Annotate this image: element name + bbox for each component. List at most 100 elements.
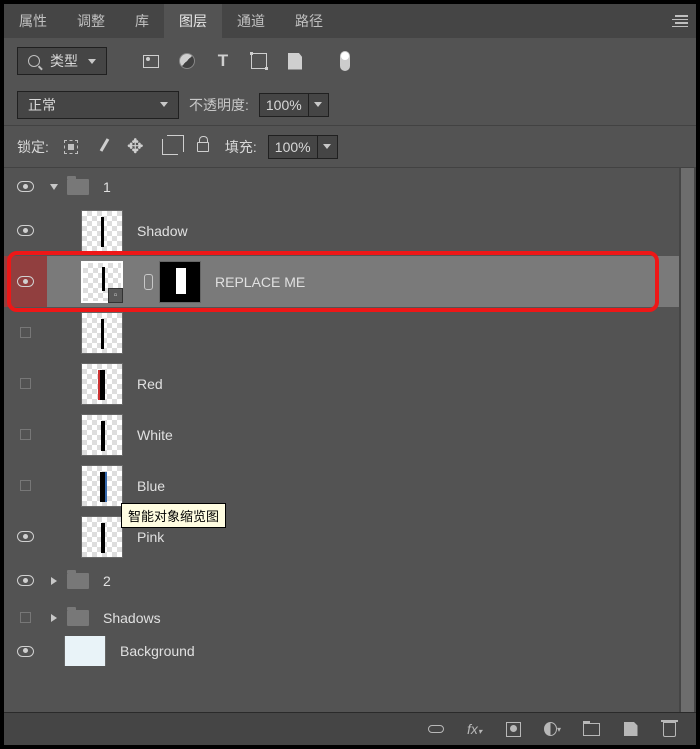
lock-artboard-button[interactable]	[159, 133, 181, 161]
folder-icon	[67, 610, 89, 626]
opacity-input[interactable]: 100%	[259, 93, 309, 117]
add-adjustment-button[interactable]: ▾	[544, 721, 561, 738]
expand-toggle[interactable]	[47, 577, 61, 585]
layer-replace-me[interactable]: REPLACE ME	[4, 256, 679, 307]
filter-toggle-button[interactable]	[329, 47, 361, 75]
tab-properties[interactable]: 属性	[4, 4, 62, 38]
scrollbar-thumb[interactable]	[681, 168, 694, 712]
layer-name: Pink	[137, 529, 164, 545]
layer-group-2[interactable]: 2	[4, 562, 679, 599]
filter-shape-button[interactable]	[243, 47, 275, 75]
layer-shadow[interactable]: Shadow	[4, 205, 679, 256]
fill-dropdown-button[interactable]	[318, 135, 338, 159]
layer-thumbnail[interactable]	[81, 465, 123, 507]
blend-mode-select[interactable]: 正常	[17, 91, 179, 119]
layer-thumbnail[interactable]	[64, 636, 106, 666]
hamburger-icon	[672, 15, 688, 27]
layer-thumbnail[interactable]	[81, 414, 123, 456]
visibility-toggle[interactable]	[4, 168, 47, 205]
layer-white[interactable]: White	[4, 409, 679, 460]
lock-position-button[interactable]	[126, 133, 148, 161]
panel-tabs: 属性 调整 库 图层 通道 路径	[4, 4, 696, 38]
visibility-toggle[interactable]	[4, 562, 47, 599]
layer-blue[interactable]: Blue	[4, 460, 679, 511]
padlock-icon	[197, 142, 209, 152]
lock-transparency-button[interactable]	[60, 133, 82, 161]
delete-layer-button[interactable]	[661, 721, 678, 738]
filter-smartobject-button[interactable]	[279, 47, 311, 75]
layer-red[interactable]: Red	[4, 358, 679, 409]
layer-thumbnail[interactable]	[81, 363, 123, 405]
tab-channels[interactable]: 通道	[222, 4, 280, 38]
visibility-toggle[interactable]	[4, 460, 47, 511]
layers-list[interactable]: 1 Shadow REPLACE ME	[4, 168, 679, 712]
link-layers-button[interactable]	[427, 721, 444, 738]
eye-icon	[17, 225, 34, 236]
opacity-dropdown-button[interactable]	[309, 93, 329, 117]
new-group-button[interactable]	[583, 721, 600, 738]
lock-all-button[interactable]	[192, 133, 214, 161]
filter-type-button[interactable]: T	[207, 47, 239, 75]
filter-toolbar: 类型 T	[4, 38, 696, 84]
chevron-down-icon	[160, 102, 168, 107]
visibility-toggle[interactable]	[4, 205, 47, 256]
layer-hidden-1[interactable]	[4, 307, 679, 358]
panel-menu-button[interactable]	[664, 4, 696, 38]
filter-adjustment-button[interactable]	[171, 47, 203, 75]
expand-toggle[interactable]	[47, 184, 61, 190]
expand-toggle[interactable]	[47, 614, 61, 622]
arrow-right-icon	[51, 577, 57, 585]
add-mask-button[interactable]	[505, 721, 522, 738]
smartobject-icon	[288, 53, 302, 70]
layer-group-1[interactable]: 1	[4, 168, 679, 205]
fill-label: 填充:	[225, 137, 257, 157]
layer-group-shadows[interactable]: Shadows	[4, 599, 679, 636]
tab-layers[interactable]: 图层	[164, 4, 222, 38]
layer-thumbnail[interactable]	[81, 516, 123, 558]
tab-adjustments[interactable]: 调整	[62, 4, 120, 38]
eye-icon	[17, 181, 34, 192]
tab-libraries[interactable]: 库	[120, 4, 164, 38]
tab-paths[interactable]: 路径	[280, 4, 338, 38]
arrow-right-icon	[51, 614, 57, 622]
eye-icon	[17, 575, 34, 586]
visibility-toggle[interactable]	[4, 511, 47, 562]
layer-name: Blue	[137, 478, 165, 494]
visibility-toggle[interactable]	[4, 409, 47, 460]
new-layer-icon	[624, 722, 638, 736]
visibility-off-icon	[20, 378, 31, 389]
visibility-toggle[interactable]	[4, 636, 47, 666]
tooltip: 智能对象缩览图	[121, 503, 226, 528]
image-icon	[143, 55, 159, 68]
layer-thumbnail[interactable]	[81, 210, 123, 252]
filter-label: 类型	[50, 51, 78, 71]
fx-icon: fx▾	[467, 721, 482, 737]
layer-name: 1	[103, 179, 111, 195]
layer-thumbnail[interactable]	[81, 312, 123, 354]
shape-icon	[251, 53, 267, 69]
filter-type-select[interactable]: 类型	[17, 47, 107, 75]
visibility-toggle[interactable]	[4, 358, 47, 409]
layer-mask-thumbnail[interactable]	[159, 261, 201, 303]
layer-pink[interactable]: Pink	[4, 511, 679, 562]
lock-image-button[interactable]	[93, 133, 115, 161]
visibility-off-icon	[20, 429, 31, 440]
bottom-toolbar: fx▾ ▾	[4, 712, 696, 745]
visibility-toggle[interactable]	[4, 256, 47, 307]
visibility-toggle[interactable]	[4, 307, 47, 358]
adjustment-icon	[179, 53, 195, 69]
new-layer-button[interactable]	[622, 721, 639, 738]
layer-thumbnail[interactable]	[81, 261, 123, 303]
chevron-down-icon	[314, 102, 322, 107]
layer-background[interactable]: Background	[4, 636, 679, 666]
brush-icon	[95, 138, 113, 156]
fill-input[interactable]: 100%	[268, 135, 318, 159]
layer-name: Shadows	[103, 610, 161, 626]
layer-style-button[interactable]: fx▾	[466, 721, 483, 738]
visibility-toggle[interactable]	[4, 599, 47, 636]
folder-icon	[583, 723, 600, 736]
link-icon	[142, 273, 154, 291]
layer-name: Shadow	[137, 223, 188, 239]
scrollbar[interactable]	[679, 168, 696, 712]
filter-pixel-button[interactable]	[135, 47, 167, 75]
